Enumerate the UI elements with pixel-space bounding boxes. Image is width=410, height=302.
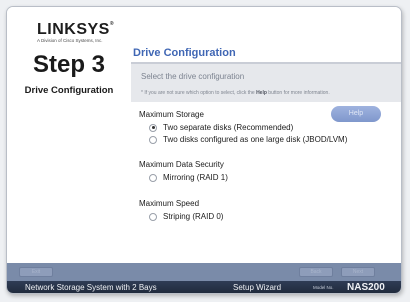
wizard-name: Setup Wizard [233,283,282,292]
group-title-maximum-speed: Maximum Speed [139,199,200,208]
group-title-maximum-storage: Maximum Storage [139,110,204,119]
option-two-separate-disks[interactable]: Two separate disks (Recommended) [149,123,293,132]
option-label: Two separate disks (Recommended) [163,123,294,132]
exit-button[interactable]: Exit [19,267,53,277]
back-button[interactable]: Back [299,267,333,277]
option-label: Two disks configured as one large disk (… [163,135,348,144]
help-hint-bold: Help [256,90,267,96]
radio-button[interactable] [149,212,157,221]
model-label: Model No. [313,285,334,290]
header-band: Drive Configuration [131,7,401,64]
step-title: Step 3 [32,51,106,78]
group-title-maximum-data-security: Maximum Data Security [139,160,224,169]
options-panel: Help Maximum Storage Two separate disks … [131,102,401,263]
page-title: Drive Configuration [133,47,236,59]
left-panel-lower [7,102,131,263]
help-hint-pre: * If you are not sure which option to se… [141,90,257,96]
product-name: Network Storage System with 2 Bays [25,283,157,292]
option-label: Mirroring (RAID 1) [163,173,228,182]
logo-reg-mark: ® [109,21,115,27]
option-mirroring-raid1[interactable]: Mirroring (RAID 1) [149,173,228,182]
page-description: Select the drive configuration [141,72,245,81]
next-button[interactable]: Next [341,267,375,277]
radio-button[interactable] [149,135,157,144]
description-band: Select the drive configuration * If you … [131,64,401,102]
radio-button-selected[interactable] [149,123,157,132]
option-jbod-lvm[interactable]: Two disks configured as one large disk (… [149,135,347,144]
help-button[interactable]: Help [331,106,381,122]
model-number: NAS200 [347,282,385,293]
navigation-bar: Exit Back Next [7,263,401,281]
step-subtitle: Drive Configuration [24,85,114,96]
help-hint: * If you are not sure which option to se… [141,90,330,96]
option-striping-raid0[interactable]: Striping (RAID 0) [149,212,223,221]
option-label: Striping (RAID 0) [163,212,224,221]
logo-word: LINKSYS [37,21,110,38]
footer-bar: Network Storage System with 2 Bays Setup… [7,281,401,293]
linksys-logo: LINKSYS® A Division of Cisco Systems, In… [37,21,117,43]
radio-button[interactable] [149,173,157,182]
help-hint-post: button for more information. [266,90,330,96]
setup-wizard-window: LINKSYS® A Division of Cisco Systems, In… [6,6,402,294]
